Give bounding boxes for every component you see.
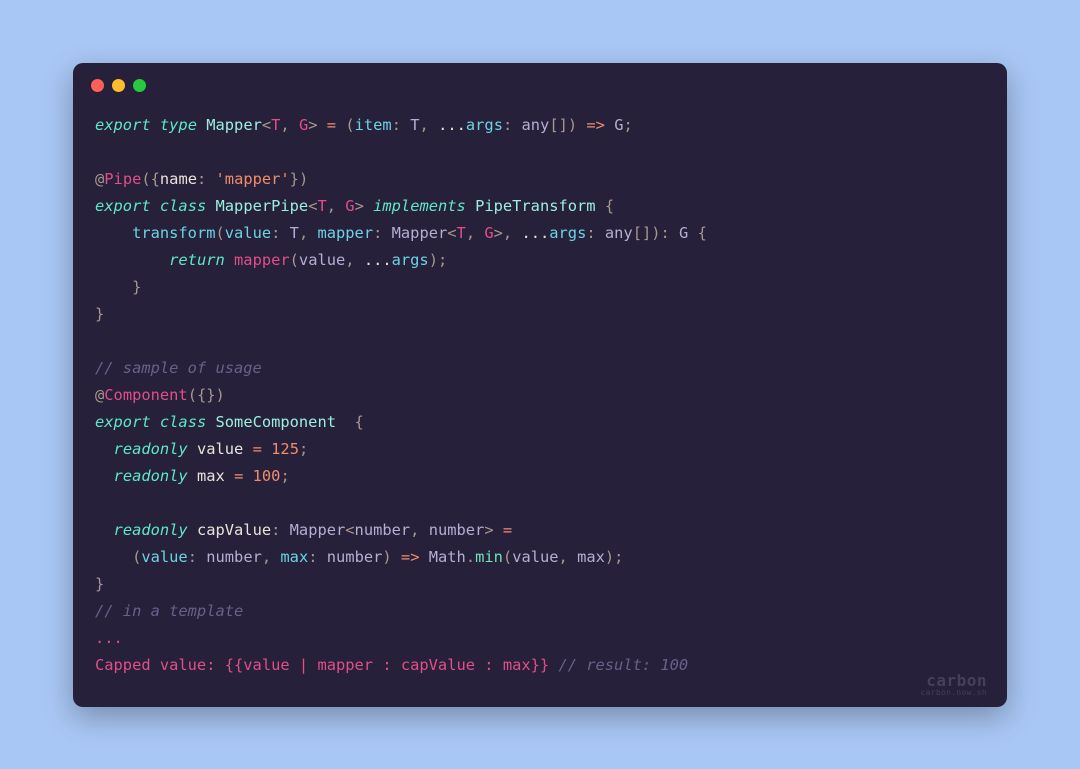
keyword-export: export [95,116,151,134]
number-125: 125 [271,440,299,458]
param-args: args [466,116,503,134]
label-capped: Capped value: [95,656,225,674]
keyword-type: type [160,116,197,134]
decorator-component: Component [104,386,187,404]
method-min: min [475,548,503,566]
comment-result: // result: 100 [558,656,688,674]
prop-value: value [197,440,243,458]
code-block: export type Mapper<T, G> = (item: T, ...… [73,98,1007,707]
comment-template: // in a template [95,602,243,620]
param-item: item [355,116,392,134]
string-mapper: 'mapper' [216,170,290,188]
call-mapper: mapper [234,251,290,269]
decorator-pipe: Pipe [104,170,141,188]
interface-pipetransform: PipeTransform [475,197,595,215]
maximize-icon[interactable] [133,79,146,92]
number-100: 100 [253,467,281,485]
method-transform: transform [132,224,215,242]
type-mapper: Mapper [206,116,262,134]
watermark: carbon carbon.now.sh [920,671,987,697]
class-mapperpipe: MapperPipe [216,197,309,215]
generic-g: G [299,116,308,134]
window-titlebar [73,63,1007,98]
minimize-icon[interactable] [112,79,125,92]
prop-max: max [197,467,225,485]
ellipsis: ... [95,629,123,647]
prop-capvalue: capValue [197,521,271,539]
comment-usage: // sample of usage [95,359,262,377]
prop-name: name [160,170,197,188]
watermark-url: carbon.now.sh [920,688,987,697]
class-somecomponent: SomeComponent [216,413,336,431]
code-window: export type Mapper<T, G> = (item: T, ...… [73,63,1007,707]
close-icon[interactable] [91,79,104,92]
